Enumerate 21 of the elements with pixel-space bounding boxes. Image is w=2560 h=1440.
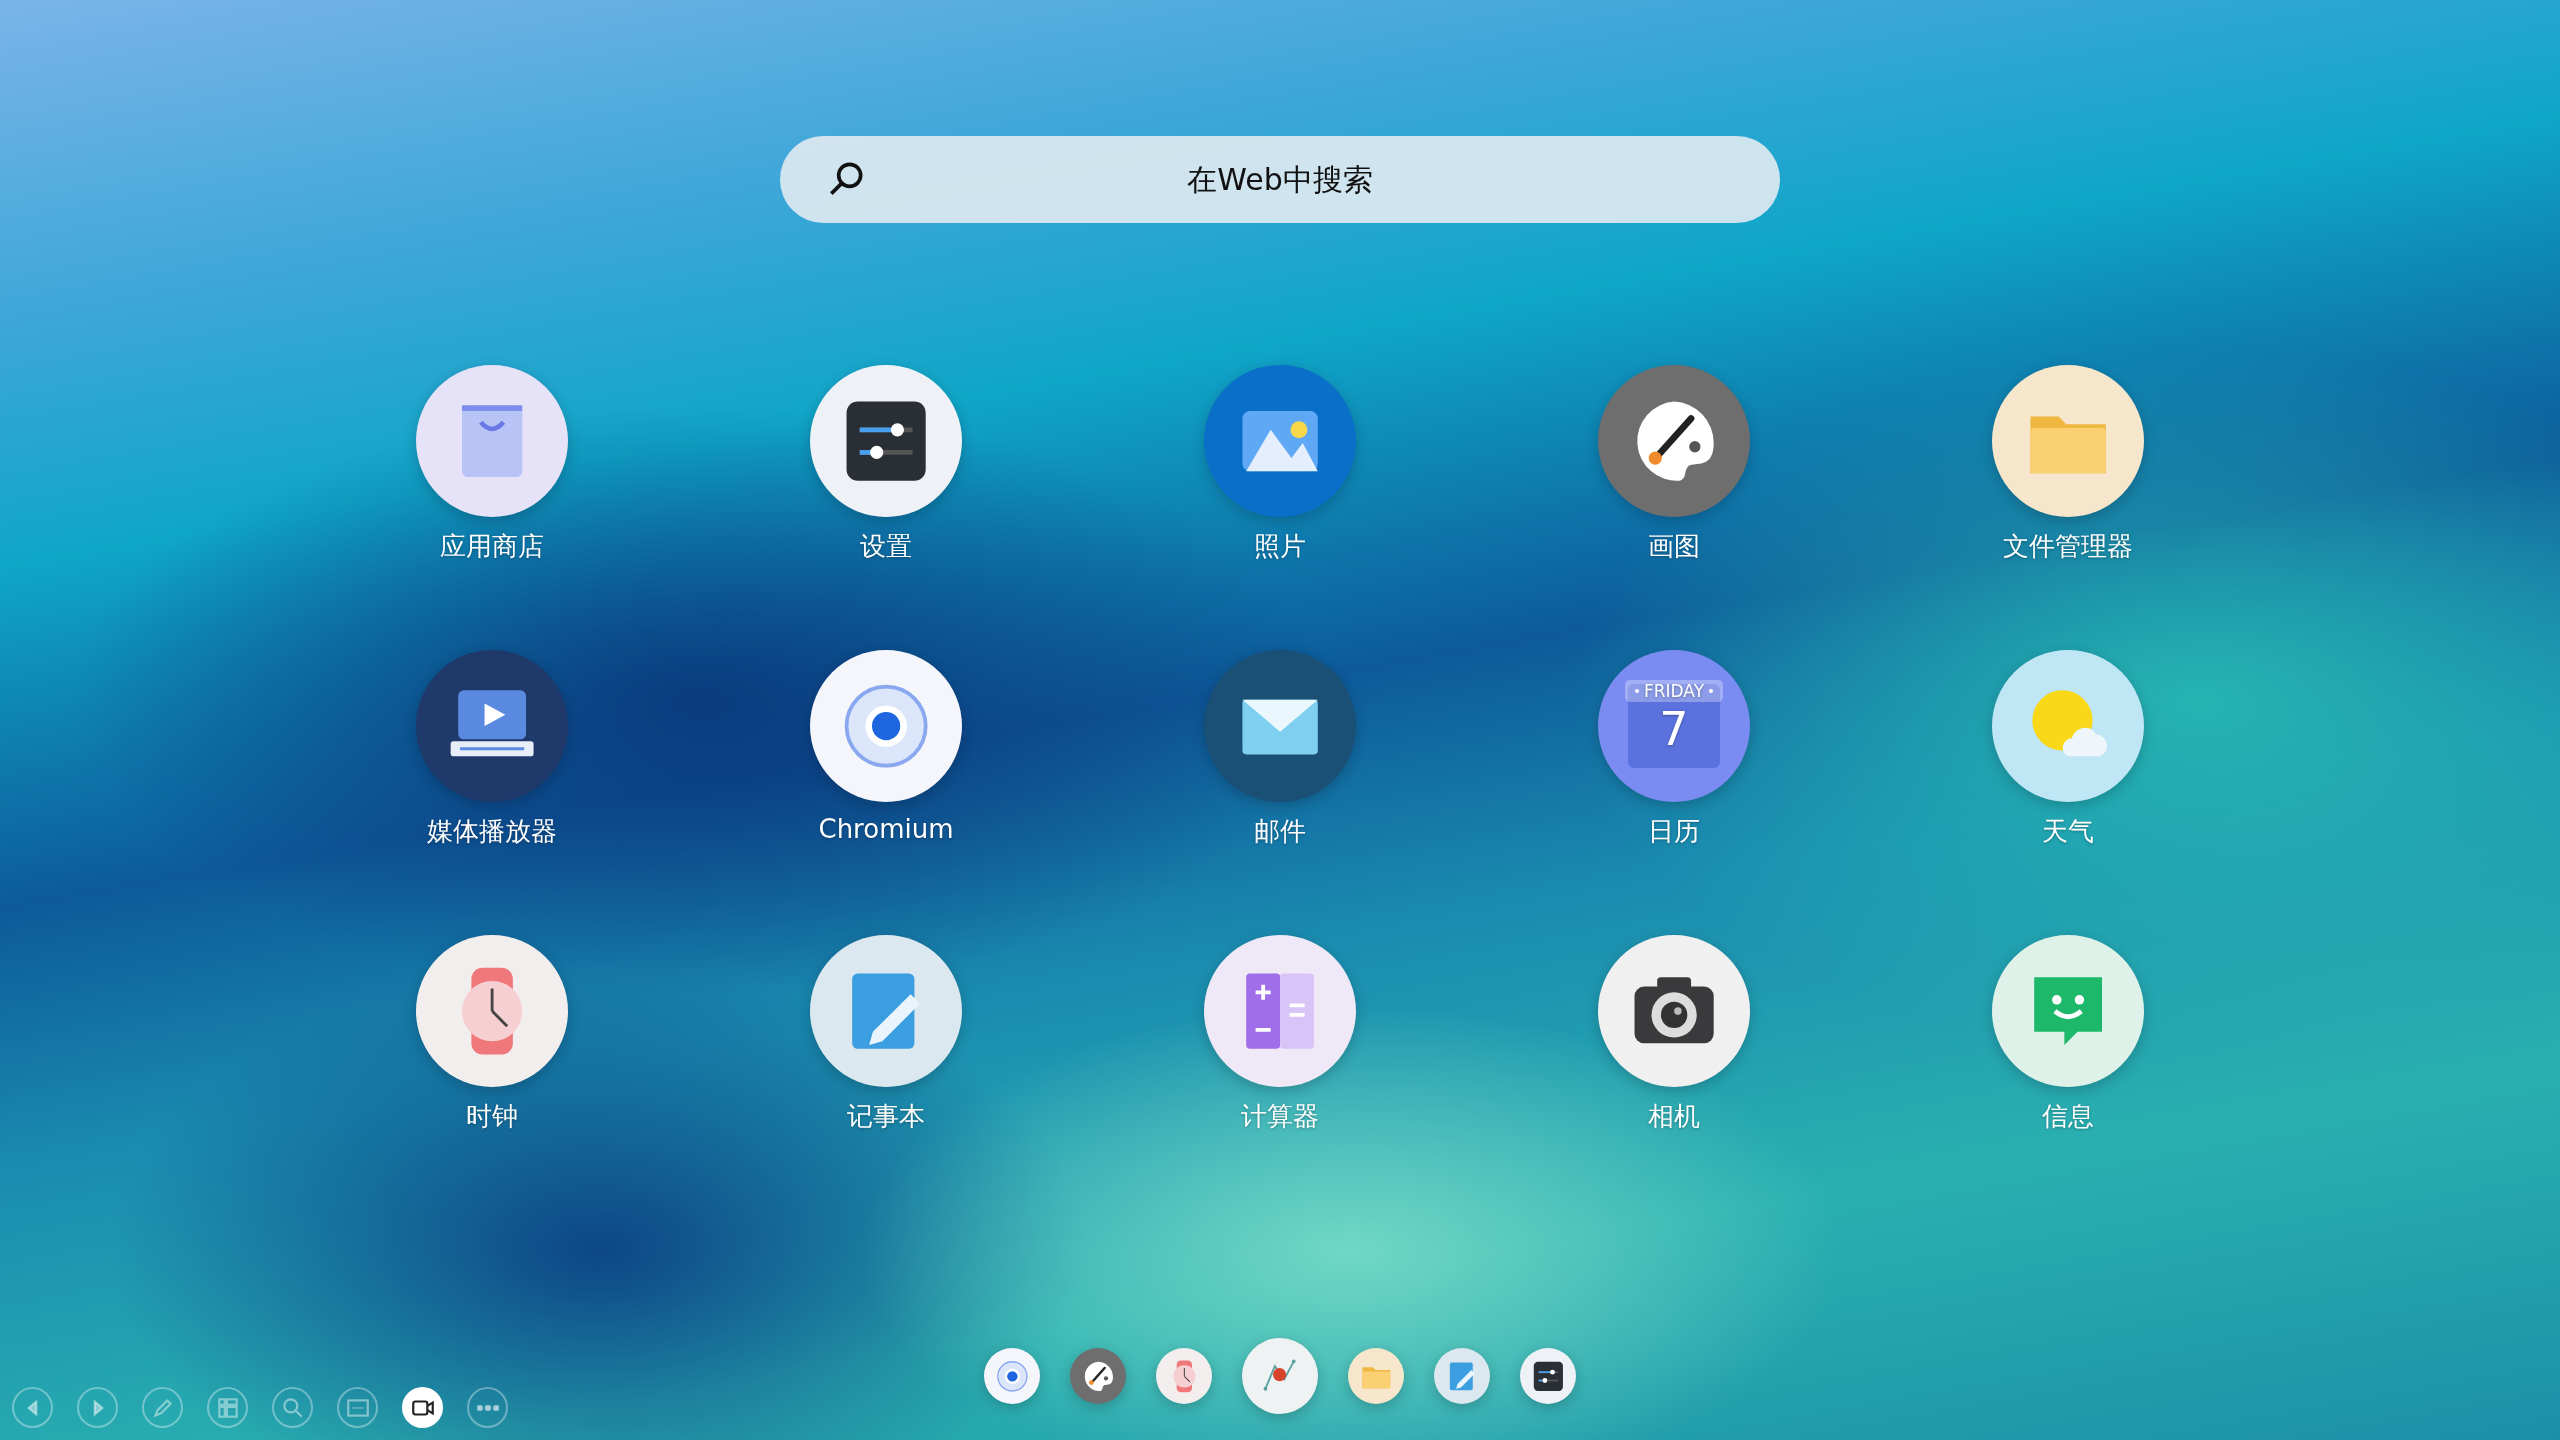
more-icon bbox=[476, 1404, 499, 1411]
browser-logo-icon bbox=[994, 1358, 1030, 1394]
calendar-weekday: FRIDAY bbox=[1643, 681, 1705, 701]
app-launcher[interactable]: 相机 bbox=[1477, 935, 1871, 1134]
app-launcher[interactable]: 设置 bbox=[689, 365, 1083, 564]
app-launcher[interactable]: 天气 bbox=[1871, 650, 2265, 849]
toolbar-button[interactable] bbox=[402, 1387, 443, 1428]
app-launcher[interactable]: 画图 bbox=[1477, 365, 1871, 564]
app-launcher[interactable]: 信息 bbox=[1871, 935, 2265, 1134]
search-field[interactable]: 在Web中搜索 bbox=[780, 136, 1780, 223]
app-launcher[interactable]: 时钟 bbox=[295, 935, 689, 1134]
app-launcher[interactable]: 文件管理器 bbox=[1871, 365, 2265, 564]
app-launcher[interactable]: Chromium bbox=[689, 650, 1083, 849]
app-launcher[interactable]: 照片 bbox=[1083, 365, 1477, 564]
dock-item[interactable] bbox=[1520, 1348, 1576, 1404]
app-launcher[interactable]: FRIDAY 7 日历 bbox=[1477, 650, 1871, 849]
app-launcher[interactable]: 应用商店 bbox=[295, 365, 689, 564]
app-launcher[interactable]: 记事本 bbox=[689, 935, 1083, 1134]
calendar-date: 7 bbox=[1659, 702, 1689, 758]
app-launcher[interactable]: 邮件 bbox=[1083, 650, 1477, 849]
app-launcher[interactable]: 媒体播放器 bbox=[295, 650, 689, 849]
